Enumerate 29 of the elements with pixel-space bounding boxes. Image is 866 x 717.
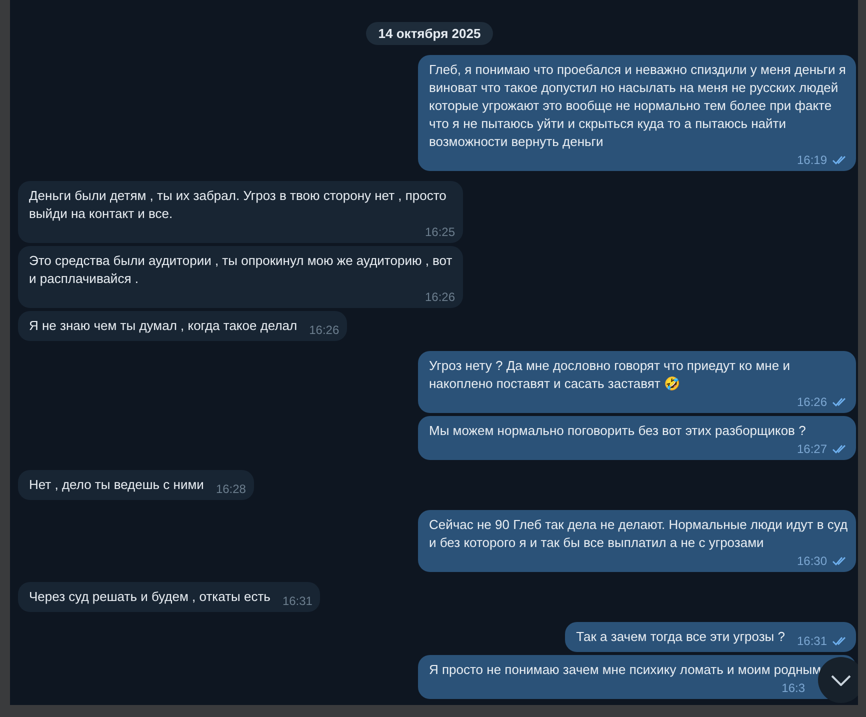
double-check-icon	[832, 155, 848, 165]
message-text: Нет , дело ты ведешь с ними	[29, 476, 204, 494]
message-time: 16:3	[782, 681, 805, 695]
message-time: 16:31	[282, 594, 312, 608]
message-time: 16:19	[796, 153, 827, 167]
message-text: Мы можем нормально поговорить без вот этих разборщиков ?	[429, 422, 806, 440]
message-text: Сейчас не 90 Глеб так дела не делают. Нормальные люди идут в суд и без которого я и так бы все выплатил а не с угрозами	[429, 516, 848, 552]
message-text: Так а зачем тогда все эти угрозы ?	[576, 628, 785, 646]
chevron-down-icon	[831, 674, 851, 686]
message-text: Я не знаю чем ты думал , когда такое делал	[29, 317, 298, 335]
message-text: Деньги были детям , ты их забрал. Угроз в твою сторону нет , просто выйди на контакт и все.	[29, 187, 448, 223]
double-check-icon	[832, 397, 848, 407]
message-time: 16:28	[216, 482, 246, 496]
message-text: Я просто не понимаю зачем мне психику ломать и моим родным	[429, 661, 822, 679]
message-time: 16:30	[796, 554, 827, 568]
message-text: Через суд решать и будем , откаты есть	[29, 588, 270, 606]
message-text: Угроз нету ? Да мне дословно говорят что приедут ко мне и накоплено поставят и сасать заставят 🤣	[429, 357, 791, 393]
message-time: 16:26	[309, 323, 340, 337]
message-time: 16:26	[796, 395, 827, 409]
double-check-icon	[832, 556, 848, 566]
double-check-icon	[832, 444, 848, 454]
message-text: Глеб, я понимаю что проебался и неважно спиздили у меня деньги я виноват что такое допустил но насылать на меня не русских людей которые угрожают это вообще не нормально тем более при факте что я не пытаюсь уйти и скрыться куда то а пытаюсь найти возможности вернуть деньги	[429, 61, 847, 151]
message-time: 16:27	[796, 442, 827, 456]
message-time: 16:26	[424, 290, 455, 304]
date-badge: 14 октября 2025	[366, 22, 493, 45]
message-time: 16:25	[424, 225, 455, 239]
double-check-icon	[832, 636, 848, 646]
message-time: 16:31	[796, 634, 827, 648]
message-text: Это средства были аудитории , ты опрокинул мою же аудиторию , вот и расплачивайся .	[29, 252, 454, 288]
